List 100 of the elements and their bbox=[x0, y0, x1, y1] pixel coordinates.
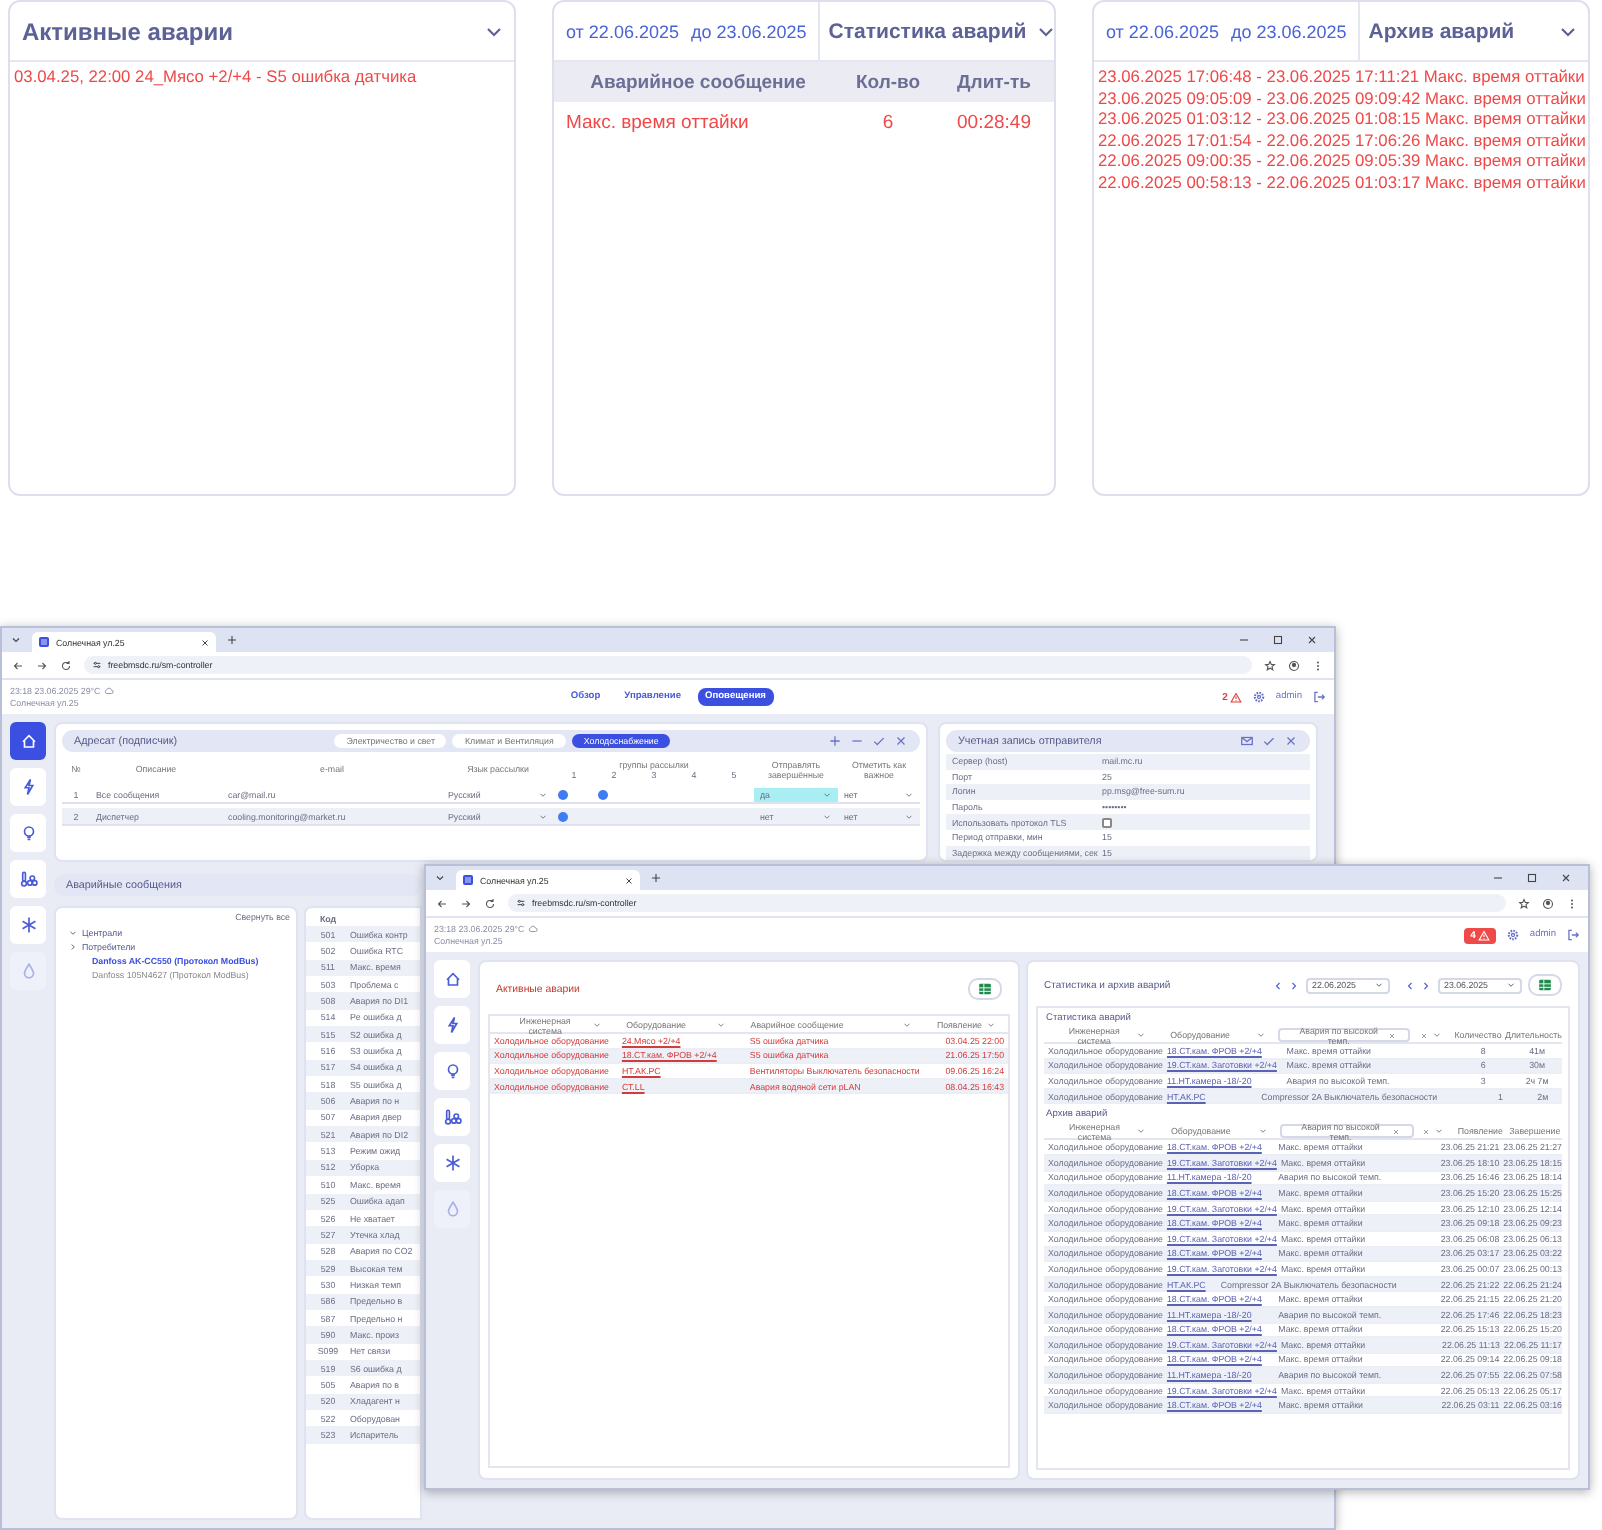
date-to-link[interactable]: до 23.06.2025 bbox=[690, 21, 807, 41]
sidebar-button[interactable] bbox=[434, 1144, 470, 1182]
caret-icon bbox=[1136, 1030, 1147, 1040]
clear-icon bbox=[1422, 1127, 1431, 1136]
maximize-icon[interactable] bbox=[1526, 872, 1538, 884]
lightning-icon bbox=[443, 1016, 461, 1034]
caret-icon bbox=[904, 789, 914, 799]
panel-title: Статистика аварий bbox=[818, 2, 1035, 60]
caret-icon bbox=[1136, 1126, 1147, 1137]
date-to-link[interactable]: до 23.06.2025 bbox=[1230, 21, 1347, 41]
warning-icon bbox=[1477, 929, 1490, 941]
archive-entry: 23.06.2025 17:06:48 - 23.06.2025 17:11:21 Макс. время оттайки bbox=[1096, 66, 1587, 88]
new-tab-icon[interactable] bbox=[226, 634, 238, 646]
caret-icon bbox=[1431, 1030, 1442, 1040]
caret-icon bbox=[1256, 1030, 1267, 1040]
warning-icon bbox=[1229, 691, 1242, 703]
snowflake-icon bbox=[19, 916, 37, 934]
logout-icon[interactable] bbox=[1312, 690, 1326, 704]
back-icon[interactable] bbox=[12, 659, 24, 671]
mail-icon[interactable] bbox=[1240, 734, 1254, 748]
close-icon[interactable] bbox=[200, 637, 210, 647]
settings-icon[interactable] bbox=[1505, 928, 1520, 942]
sidebar-button[interactable] bbox=[10, 814, 46, 852]
clear-icon bbox=[1391, 1127, 1400, 1136]
profile-icon[interactable] bbox=[1288, 659, 1300, 671]
spreadsheet-icon bbox=[978, 982, 992, 996]
column-header: Аварийное сообщение bbox=[588, 71, 808, 93]
previous-icon[interactable] bbox=[1404, 979, 1416, 991]
next-icon[interactable] bbox=[1288, 979, 1300, 991]
settings-icon[interactable] bbox=[1251, 690, 1266, 704]
chevron-down-icon[interactable] bbox=[68, 928, 78, 938]
close-icon[interactable] bbox=[1560, 872, 1572, 884]
sidebar-button[interactable] bbox=[434, 960, 470, 998]
sidebar-button[interactable] bbox=[434, 1006, 470, 1044]
thermometer-fan-icon bbox=[19, 870, 37, 888]
panel-title: Архив аварий bbox=[1358, 2, 1556, 60]
sidebar-button[interactable] bbox=[10, 906, 46, 944]
caret-icon bbox=[1434, 1126, 1445, 1137]
archive-entry: 23.06.2025 01:03:12 - 23.06.2025 01:08:15 Макс. время оттайки bbox=[1096, 108, 1588, 130]
previous-icon[interactable] bbox=[1272, 979, 1284, 991]
add-icon[interactable] bbox=[827, 734, 842, 748]
profile-icon[interactable] bbox=[1542, 897, 1554, 909]
date-from-link[interactable]: от 22.06.2025 bbox=[566, 21, 679, 41]
cloud-icon bbox=[528, 923, 539, 934]
export-button[interactable] bbox=[1528, 974, 1562, 996]
spreadsheet-icon bbox=[1538, 978, 1552, 992]
back-icon[interactable] bbox=[436, 897, 448, 909]
date-from-link[interactable]: от 22.06.2025 bbox=[1106, 21, 1219, 41]
forward-icon[interactable] bbox=[460, 897, 472, 909]
archive-entry: 22.06.2025 17:01:54 - 22.06.2025 17:06:26 Макс. время оттайки bbox=[1096, 129, 1588, 151]
caret-icon bbox=[902, 1020, 913, 1030]
sidebar-button[interactable] bbox=[434, 1052, 470, 1090]
thermometer-fan-icon bbox=[443, 1108, 461, 1126]
reload-icon[interactable] bbox=[484, 897, 496, 909]
export-button[interactable] bbox=[968, 978, 1002, 1000]
close-icon[interactable] bbox=[624, 875, 634, 885]
check-icon[interactable] bbox=[871, 734, 886, 748]
alarm-entry: 03.04.25, 22:00 24_Мясо +2/+4 - S5 ошибка датчика bbox=[12, 64, 419, 90]
minimize-icon[interactable] bbox=[1492, 872, 1504, 884]
maximize-icon[interactable] bbox=[1272, 634, 1284, 646]
site-settings-icon[interactable] bbox=[92, 660, 102, 670]
favicon-icon bbox=[462, 874, 474, 886]
column-header: Кол-во bbox=[853, 71, 923, 93]
check-icon[interactable] bbox=[1262, 734, 1276, 748]
favicon-icon bbox=[38, 636, 50, 648]
caret-icon bbox=[985, 1020, 996, 1030]
snowflake-icon bbox=[443, 1154, 461, 1172]
group-dot[interactable] bbox=[598, 789, 608, 799]
home-icon bbox=[19, 732, 37, 750]
caret-icon bbox=[904, 811, 914, 821]
caret-icon bbox=[1506, 980, 1516, 990]
chevron-down-icon[interactable] bbox=[10, 634, 22, 646]
home-icon bbox=[443, 970, 461, 988]
bulb-icon bbox=[19, 824, 37, 842]
group-dot[interactable] bbox=[558, 811, 568, 821]
sidebar-button[interactable] bbox=[10, 860, 46, 898]
close-icon[interactable] bbox=[1306, 634, 1318, 646]
forward-icon[interactable] bbox=[36, 659, 48, 671]
new-tab-icon[interactable] bbox=[650, 872, 662, 884]
table-cell-text: 00:28:49 bbox=[955, 112, 1033, 134]
checkbox[interactable] bbox=[1102, 817, 1112, 828]
minimize-icon[interactable] bbox=[1238, 634, 1250, 646]
sidebar-button[interactable] bbox=[434, 1098, 470, 1136]
sidebar-button[interactable] bbox=[10, 768, 46, 806]
caret-icon bbox=[822, 789, 832, 799]
chevron-right-icon[interactable] bbox=[68, 942, 78, 952]
chevron-down-icon[interactable] bbox=[434, 872, 446, 884]
caret-icon bbox=[716, 1020, 727, 1030]
column-header: Длит-ть bbox=[955, 71, 1033, 93]
logout-icon[interactable] bbox=[1566, 928, 1580, 942]
group-dot[interactable] bbox=[558, 789, 568, 799]
panel-title: Активные аварии bbox=[20, 15, 235, 49]
star-icon[interactable] bbox=[1264, 659, 1276, 671]
next-icon[interactable] bbox=[1420, 979, 1432, 991]
star-icon[interactable] bbox=[1518, 897, 1530, 909]
sidebar-button[interactable] bbox=[10, 722, 46, 760]
site-settings-icon[interactable] bbox=[516, 898, 526, 908]
reload-icon[interactable] bbox=[60, 659, 72, 671]
drop-icon bbox=[19, 962, 37, 980]
cloud-icon bbox=[104, 685, 115, 696]
